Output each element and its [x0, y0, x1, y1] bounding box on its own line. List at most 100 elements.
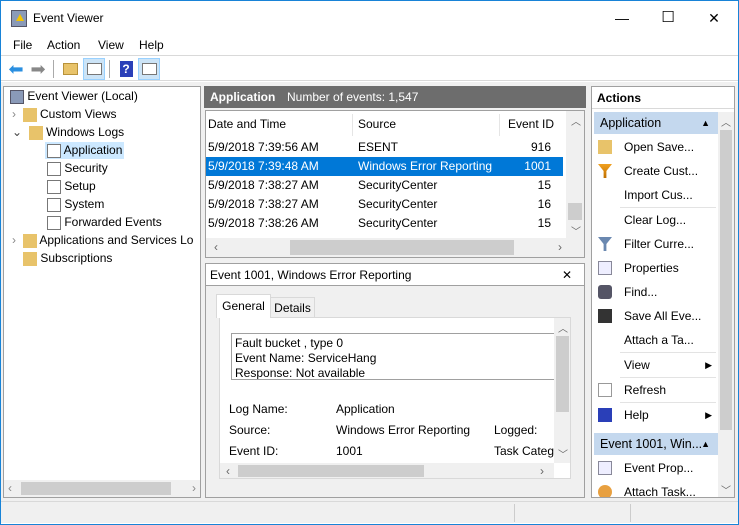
log-icon	[47, 179, 61, 194]
action-refresh[interactable]: Refresh	[596, 378, 718, 402]
tree-item-security[interactable]: Security	[47, 161, 108, 176]
table-row[interactable]: 5/9/2018 7:38:27 AM SecurityCenter 16	[206, 195, 563, 214]
general-tab-content: Fault bucket , type 0 Event Name: Servic…	[219, 317, 571, 479]
window-title: Event Viewer	[33, 11, 104, 25]
open-folder-icon[interactable]	[59, 58, 81, 80]
action-event-prop[interactable]: Event Prop...	[596, 456, 718, 480]
event-message-box[interactable]: Fault bucket , type 0 Event Name: Servic…	[231, 333, 556, 380]
column-header-event-id[interactable]: Event ID	[508, 111, 554, 138]
cell-event-id: 1001	[524, 159, 551, 173]
action-attach-task[interactable]: Attach Task...	[596, 480, 718, 497]
action-view[interactable]: View ▶	[596, 353, 718, 377]
field-value[interactable]: Application	[336, 402, 395, 416]
field-value[interactable]: Windows Error Reporting	[336, 423, 470, 437]
menu-bar: File Action View Help	[1, 36, 738, 56]
action-save-all-eve[interactable]: Save All Eve...	[596, 304, 718, 328]
close-button[interactable]: ✕	[691, 1, 737, 35]
log-icon	[47, 215, 61, 230]
cell-source: ESENT	[358, 140, 399, 154]
save-icon	[598, 309, 612, 323]
scrollbar-thumb[interactable]	[238, 465, 424, 477]
message-line: Response: Not available	[235, 366, 366, 380]
forward-arrow-icon[interactable]: ➡	[27, 58, 49, 80]
tree-item-system[interactable]: System	[47, 197, 104, 212]
cell-date: 5/9/2018 7:38:26 AM	[208, 216, 319, 230]
menu-action[interactable]: Action	[47, 38, 80, 52]
tree-horizontal-scrollbar[interactable]: ‹ ›	[4, 480, 200, 497]
event-viewer-icon	[10, 89, 24, 104]
tree-item-application[interactable]: Application	[45, 142, 125, 159]
field-value[interactable]: 1001	[336, 444, 363, 458]
column-header-date[interactable]: Date and Time	[208, 111, 286, 138]
action-filter-curre[interactable]: Filter Curre...	[596, 232, 718, 256]
action-open-save[interactable]: Open Save...	[596, 135, 718, 159]
open-folder-icon	[598, 140, 612, 154]
field-label: Log Name:	[229, 402, 288, 416]
tab-general[interactable]: General	[216, 294, 271, 318]
message-line: Event Name: ServiceHang	[235, 351, 377, 365]
chevron-right-icon[interactable]: ›	[12, 107, 16, 121]
table-horizontal-scrollbar[interactable]: ‹ ›	[206, 238, 584, 257]
table-header: Date and Time Source Event ID	[206, 111, 566, 138]
maximize-button[interactable]: ☐	[645, 1, 691, 35]
tree-item-setup[interactable]: Setup	[47, 179, 96, 194]
menu-help[interactable]: Help	[139, 38, 164, 52]
detail-vertical-scrollbar[interactable]: ︿ ﹀	[554, 318, 570, 463]
chevron-down-icon[interactable]: ⌄	[12, 125, 22, 139]
help-icon[interactable]: ?	[115, 58, 137, 80]
filter-icon	[598, 237, 612, 251]
table-row[interactable]: 5/9/2018 7:39:48 AM Windows Error Reporti…	[206, 157, 563, 176]
group-application[interactable]: Application ▲	[594, 112, 718, 134]
log-title: Application	[210, 90, 276, 104]
tree-item-windows-logs[interactable]: ⌄ Windows Logs	[12, 125, 124, 140]
cell-source: Windows Error Reporting	[358, 159, 493, 173]
cell-date: 5/9/2018 7:39:48 AM	[208, 159, 319, 173]
scrollbar-thumb[interactable]	[568, 203, 582, 220]
cell-date: 5/9/2018 7:39:56 AM	[208, 140, 319, 154]
actions-vertical-scrollbar[interactable]: ︿ ﹀	[718, 112, 734, 497]
cell-date: 5/9/2018 7:38:27 AM	[208, 197, 319, 211]
menu-view[interactable]: View	[98, 38, 124, 52]
action-clear-log[interactable]: Clear Log...	[596, 208, 718, 232]
detail-horizontal-scrollbar[interactable]: ‹ ›	[220, 463, 554, 478]
table-vertical-scrollbar[interactable]: ︿ ﹀	[566, 111, 584, 238]
tab-details[interactable]: Details	[270, 297, 315, 318]
show-hide-action-pane-icon[interactable]	[138, 58, 160, 80]
back-arrow-icon[interactable]: ⬅	[5, 58, 27, 80]
collapse-triangle-icon[interactable]: ▲	[701, 112, 710, 134]
action-properties[interactable]: Properties	[596, 256, 718, 280]
tree-item-apps-services[interactable]: › Applications and Services Lo	[12, 233, 193, 248]
action-create-cust[interactable]: Create Cust...	[596, 159, 718, 183]
help-icon	[598, 408, 612, 422]
collapse-triangle-icon[interactable]: ▲	[701, 433, 710, 455]
show-hide-tree-icon[interactable]	[83, 58, 105, 80]
cell-event-id: 15	[537, 178, 551, 192]
toolbar: ⬅ ➡ ?	[1, 57, 738, 81]
scrollbar-thumb[interactable]	[21, 482, 171, 495]
table-row[interactable]: 5/9/2018 7:39:56 AM ESENT 916	[206, 138, 563, 157]
action-find[interactable]: Find...	[596, 280, 718, 304]
tree-item-forwarded-events[interactable]: Forwarded Events	[47, 215, 162, 230]
cell-source: SecurityCenter	[358, 197, 438, 211]
tree-item-custom-views[interactable]: › Custom Views	[12, 107, 117, 122]
close-icon[interactable]: ✕	[562, 264, 572, 286]
action-import-cus[interactable]: Import Cus...	[596, 183, 718, 207]
menu-file[interactable]: File	[13, 38, 32, 52]
action-help[interactable]: Help ▶	[596, 403, 718, 427]
tree-item-subscriptions[interactable]: Subscriptions	[23, 251, 112, 266]
scrollbar-thumb[interactable]	[720, 130, 732, 430]
event-count: Number of events: 1,547	[287, 90, 419, 104]
column-header-source[interactable]: Source	[358, 111, 396, 138]
cell-source: SecurityCenter	[358, 178, 438, 192]
scrollbar-thumb[interactable]	[556, 336, 569, 412]
scrollbar-thumb[interactable]	[290, 240, 514, 255]
tree-item-root[interactable]: Event Viewer (Local)	[10, 89, 138, 104]
chevron-right-icon[interactable]: ›	[12, 233, 16, 247]
filter-create-icon	[598, 164, 612, 178]
folder-icon	[28, 125, 43, 140]
group-event-1001[interactable]: Event 1001, Win... ▲	[594, 433, 718, 455]
minimize-button[interactable]: —	[599, 1, 645, 35]
action-attach-a-ta[interactable]: Attach a Ta...	[596, 328, 718, 352]
table-row[interactable]: 5/9/2018 7:38:26 AM SecurityCenter 15	[206, 214, 563, 233]
table-row[interactable]: 5/9/2018 7:38:27 AM SecurityCenter 15	[206, 176, 563, 195]
